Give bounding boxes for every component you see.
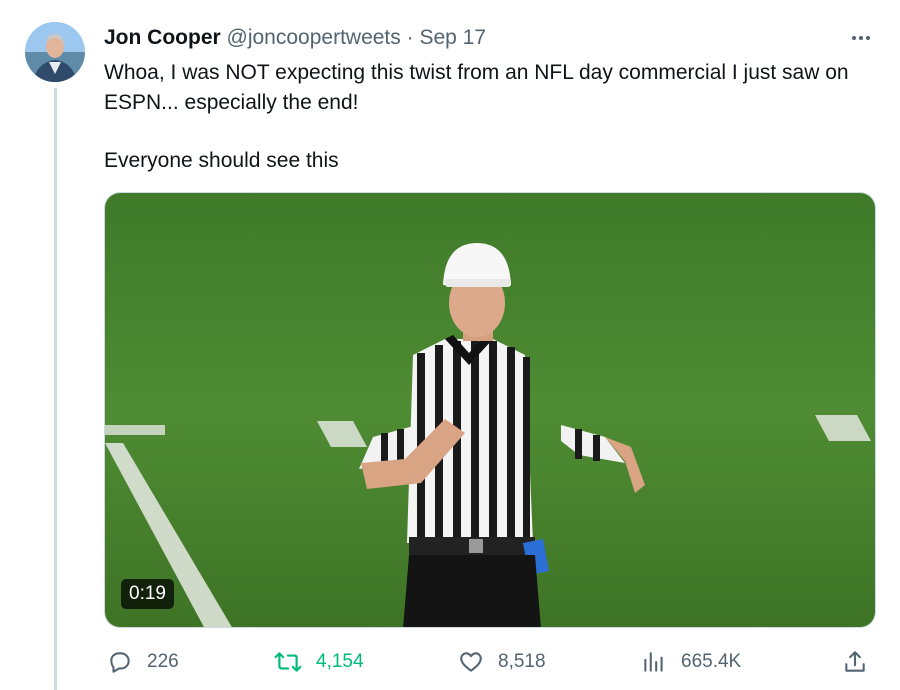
more-icon[interactable] bbox=[846, 24, 876, 52]
views-count: 665.4K bbox=[681, 651, 742, 672]
retweet-button[interactable]: 4,154 bbox=[274, 645, 364, 679]
author-name[interactable]: Jon Cooper bbox=[104, 26, 221, 49]
share-icon bbox=[845, 651, 865, 672]
reply-count: 226 bbox=[147, 651, 179, 672]
avatar-image bbox=[25, 22, 85, 82]
video-player[interactable] bbox=[104, 192, 876, 628]
like-button[interactable]: 8,518 bbox=[458, 645, 546, 679]
thread-line bbox=[54, 88, 57, 690]
tweet-header: Jon Cooper @joncoopertweets · Sep 17 bbox=[104, 24, 486, 52]
reply-icon bbox=[110, 652, 130, 673]
tweet-text: Whoa, I was NOT expecting this twist fro… bbox=[104, 58, 864, 176]
tweet-text-line: Everyone should see this bbox=[104, 149, 339, 172]
meta-separator: · bbox=[406, 26, 414, 49]
video-duration-badge: 0:19 bbox=[121, 579, 174, 609]
more-dot bbox=[859, 36, 863, 40]
heart-icon bbox=[460, 652, 482, 672]
like-count: 8,518 bbox=[498, 651, 546, 672]
video-frame bbox=[105, 193, 875, 627]
tweet-text-line: Whoa, I was NOT expecting this twist fro… bbox=[104, 61, 849, 114]
share-button[interactable] bbox=[842, 645, 868, 679]
retweet-icon bbox=[274, 652, 302, 672]
tweet-date[interactable]: Sep 17 bbox=[419, 26, 486, 49]
avatar[interactable] bbox=[25, 22, 85, 82]
retweet-count: 4,154 bbox=[316, 651, 364, 672]
views-button[interactable]: 665.4K bbox=[641, 645, 741, 679]
more-dot bbox=[852, 36, 856, 40]
author-handle[interactable]: @joncoopertweets bbox=[227, 26, 401, 49]
views-icon bbox=[644, 652, 663, 672]
reply-button[interactable]: 226 bbox=[107, 645, 179, 679]
more-dot bbox=[866, 36, 870, 40]
